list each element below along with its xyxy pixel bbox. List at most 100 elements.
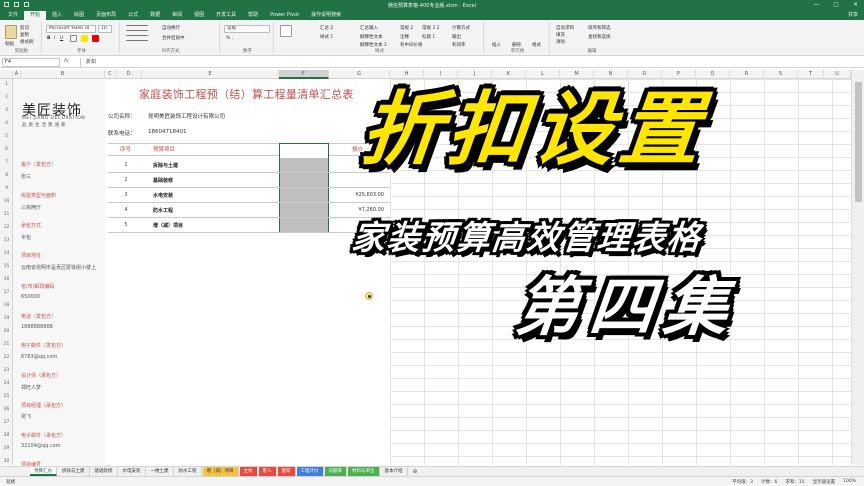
wrap-text-button[interactable]: 自动换行	[162, 25, 180, 31]
manager-value[interactable]: 昆飞	[21, 413, 31, 420]
select-all-corner[interactable]	[0, 70, 13, 79]
tab-draw[interactable]: 绘图	[68, 11, 90, 20]
tab-power-pivot[interactable]: Power Pivot	[264, 11, 305, 20]
column-header-l[interactable]: L	[526, 70, 560, 79]
column-header-o[interactable]: O	[628, 70, 662, 79]
row-header[interactable]: 29	[0, 446, 13, 451]
percent-icon[interactable]: % ,	[226, 36, 233, 41]
tab-insert[interactable]: 插入	[46, 11, 68, 20]
font-name-select[interactable]: Microsoft YaHei UI	[46, 25, 96, 33]
column-header-b[interactable]: B	[21, 70, 105, 79]
row-header[interactable]: 15	[0, 264, 13, 269]
zoom-level[interactable]: 100%	[843, 479, 856, 485]
row-header[interactable]: 12	[0, 225, 13, 230]
client-email-value[interactable]: 6783@qq.com	[21, 354, 57, 360]
row-header[interactable]: 28	[0, 433, 13, 438]
row-header[interactable]: 8	[0, 173, 13, 178]
table-row-5-name[interactable]: 增（减）项目	[153, 222, 183, 229]
column-header-c[interactable]: C	[105, 70, 116, 79]
row-header[interactable]: 1	[0, 82, 13, 87]
style-cell-10[interactable]: 输出	[452, 34, 461, 40]
sort-filter-button[interactable]: 排序和筛选	[588, 25, 611, 31]
column-header-t[interactable]: T	[798, 70, 824, 79]
style-cell-5[interactable]: 计算方式	[452, 25, 470, 31]
column-header-d[interactable]: D	[116, 70, 142, 79]
tab-view[interactable]: 视图	[188, 11, 210, 20]
add-sheet-icon[interactable]: ⊕	[409, 468, 422, 475]
sheet-tab[interactable]: 拆除与土建	[58, 467, 90, 476]
tab-help[interactable]: 帮助	[242, 11, 264, 20]
column-header-p[interactable]: P	[662, 70, 696, 79]
display-settings-button[interactable]: 显示器设置	[813, 479, 836, 485]
row-header[interactable]: 16	[0, 277, 13, 282]
autosum-button[interactable]: 自动求和	[556, 25, 574, 31]
row-header[interactable]: 22	[0, 355, 13, 360]
row-header[interactable]: 2	[0, 95, 13, 100]
number-format-select[interactable]: 常规	[224, 25, 270, 33]
row-header[interactable]: 30	[0, 459, 13, 464]
designer-value[interactable]: 郑旺人梦	[21, 384, 41, 391]
style-cell-9[interactable]: 标题 1	[422, 34, 435, 40]
paste-icon[interactable]	[5, 25, 17, 39]
row-header[interactable]: 14	[0, 251, 13, 256]
selected-discount-column[interactable]	[279, 143, 329, 233]
sheet-tab[interactable]: 材料与单位	[348, 467, 380, 476]
table-row-1-name[interactable]: 拆除与土建	[153, 162, 178, 169]
sheet-tab[interactable]: 基本介绍	[380, 467, 408, 476]
underline-icon[interactable]: U	[60, 36, 63, 41]
contractor-email-value[interactable]: 32104@qq.com	[21, 443, 61, 449]
sheet-tab[interactable]: 基础装修	[90, 467, 118, 476]
sheet-tab[interactable]: 面积	[277, 467, 296, 476]
client-value[interactable]: 张三	[21, 173, 31, 180]
row-header[interactable]: 24	[0, 381, 13, 386]
sheet-tab[interactable]: 工程计价	[296, 467, 324, 476]
column-header-a[interactable]: A	[13, 70, 21, 79]
style-cell-6[interactable]: 样式 1	[320, 34, 333, 40]
scrollbar-thumb[interactable]	[855, 82, 862, 202]
address-value[interactable]: 云南省昆明市呈贡区斑铁街小楼上	[21, 264, 99, 272]
column-header-s[interactable]: S	[764, 70, 798, 79]
active-cell[interactable]	[280, 144, 328, 158]
style-cell-2[interactable]: 汇总输入	[360, 25, 378, 31]
column-header-r[interactable]: R	[730, 70, 764, 79]
italic-icon[interactable]: I	[54, 36, 55, 41]
tab-formulas[interactable]: 公式	[122, 11, 144, 20]
column-header-n[interactable]: N	[594, 70, 628, 79]
tell-me-search[interactable]: 操作说明搜索	[305, 11, 347, 20]
name-box[interactable]: F4	[2, 58, 60, 67]
row-header[interactable]: 26	[0, 407, 13, 412]
paste-button[interactable]: 粘贴	[5, 41, 14, 47]
style-cell-3[interactable]: 常规 2	[400, 25, 413, 31]
sheet-tab[interactable]: 一楼土建	[146, 467, 174, 476]
row-header[interactable]: 10	[0, 199, 13, 204]
sheet-tab[interactable]: 问题库	[324, 467, 347, 476]
font-size-select[interactable]: 10	[98, 25, 112, 33]
sheet-tab[interactable]: 增（减）项目	[202, 467, 239, 476]
sheet-tab[interactable]: 主材	[239, 467, 258, 476]
close-button[interactable]: ✕	[853, 1, 858, 8]
clear-button[interactable]: 清除	[556, 39, 565, 45]
column-header-q[interactable]: Q	[696, 70, 730, 79]
row-header[interactable]: 4	[0, 121, 13, 126]
contact-phone-value[interactable]: 18604718401	[148, 129, 187, 135]
format-painter-button[interactable]: 格式刷	[20, 39, 34, 45]
tab-developer[interactable]: 开发工具	[210, 11, 242, 20]
tab-file[interactable]: 文件	[2, 11, 24, 20]
row-header[interactable]: 23	[0, 368, 13, 373]
tab-page-layout[interactable]: 页面布局	[90, 11, 122, 20]
share-button[interactable]: 共享	[848, 11, 858, 18]
column-header-u[interactable]: U	[824, 70, 851, 79]
column-header-i[interactable]: I	[424, 70, 458, 79]
sheet-tab[interactable]: 水电安装	[118, 467, 146, 476]
row-header[interactable]: 3	[0, 108, 13, 113]
style-cell-8[interactable]: 注释	[400, 34, 409, 40]
column-header-k[interactable]: K	[492, 70, 526, 79]
tab-data[interactable]: 数据	[144, 11, 166, 20]
border-icon[interactable]	[70, 35, 77, 42]
row-header[interactable]: 9	[0, 186, 13, 191]
row-header[interactable]: 19	[0, 316, 13, 321]
style-cell-7[interactable]: 解释性文本	[360, 34, 383, 40]
column-header-e[interactable]: E	[142, 70, 279, 79]
fill-color-icon[interactable]	[81, 35, 88, 42]
fx-icon[interactable]: fx	[64, 58, 69, 64]
